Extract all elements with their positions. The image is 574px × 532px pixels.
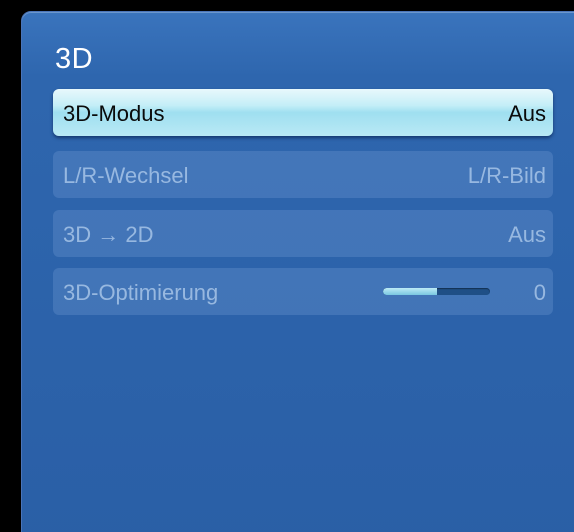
- menu-item-value: L/R-Bild: [467, 163, 546, 188]
- menu-item-value: 0: [533, 280, 546, 305]
- menu-item-label: 3D → 2D: [63, 222, 154, 247]
- menu-item-3d-modus[interactable]: 3D-Modus Aus: [53, 89, 553, 136]
- 3d-settings-panel: 3D 3D-Modus Aus L/R-Wechsel L/R-Bild 3D …: [21, 11, 574, 532]
- slider-fill: [383, 288, 437, 295]
- menu-item-label: 3D-Optimierung: [63, 280, 219, 305]
- menu-item-value: Aus: [508, 222, 546, 247]
- menu-item-value: Aus: [508, 101, 546, 126]
- panel-title: 3D: [55, 43, 94, 75]
- menu-item-label: 3D-Modus: [63, 101, 165, 126]
- menu-item-3d-to-2d[interactable]: 3D → 2D Aus: [53, 210, 553, 257]
- tv-screen: 3D 3D-Modus Aus L/R-Wechsel L/R-Bild 3D …: [0, 0, 574, 532]
- menu-item-3d-optimierung[interactable]: 3D-Optimierung 0: [53, 268, 553, 315]
- menu-item-label: L/R-Wechsel: [63, 163, 189, 188]
- menu-item-lr-wechsel[interactable]: L/R-Wechsel L/R-Bild: [53, 151, 553, 198]
- optimierung-slider[interactable]: [383, 288, 490, 295]
